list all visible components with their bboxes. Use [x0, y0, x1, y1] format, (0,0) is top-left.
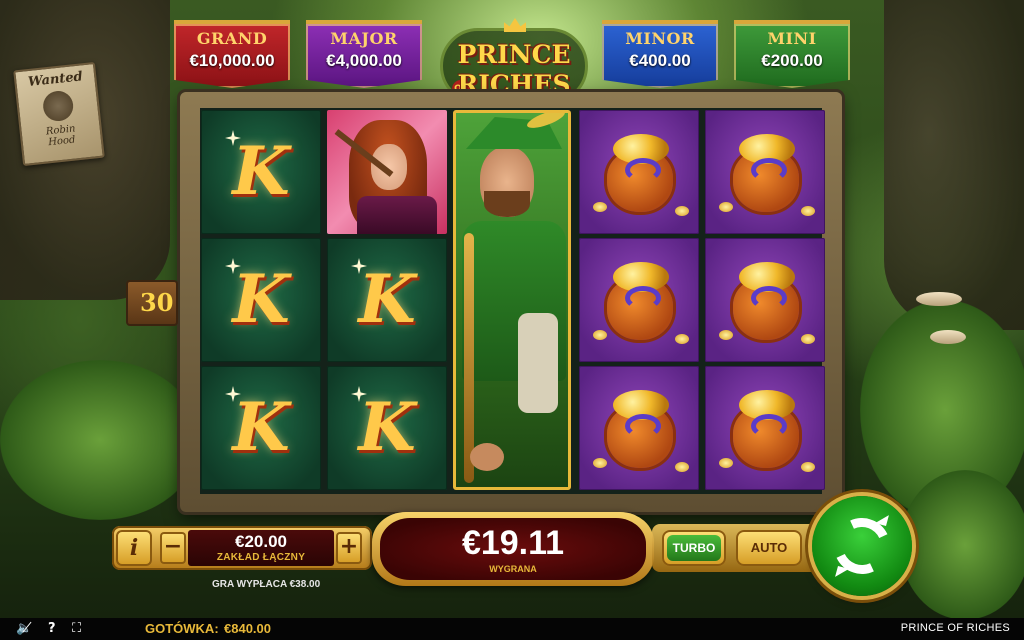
jackpot-mini-label: MINI — [767, 29, 817, 48]
jackpot-mini: MINI €200.00 — [734, 20, 850, 88]
pot-rope — [625, 158, 661, 182]
bet-label: ZAKŁAD ŁĄCZNY — [216, 552, 306, 563]
coin-icon — [675, 334, 689, 344]
coin-icon — [719, 330, 733, 340]
jackpot-grand-value: €10,000.00 — [189, 51, 275, 70]
hero-beard — [484, 191, 530, 217]
symbol-gold-pot — [705, 238, 825, 362]
jackpot-minor: MINOR €400.00 — [602, 20, 718, 88]
symbol-gold-pot — [579, 238, 699, 362]
turbo-label: TURBO — [667, 535, 721, 561]
crown-icon — [504, 18, 526, 32]
pot-rope — [751, 158, 787, 182]
pot-rope — [625, 414, 661, 438]
symbol-gold-pot — [579, 110, 699, 234]
bet-value: €20.00 — [235, 532, 287, 551]
autoplay-button[interactable]: AUTO — [736, 530, 802, 566]
status-bar: 🔈̸ ? ⛶ GOTÓWKA: €840.00 PRINCE OF RICHES — [0, 618, 1024, 640]
bet-increase-button[interactable]: + — [336, 532, 362, 564]
game-name: PRINCE OF RICHES — [900, 622, 1010, 634]
sound-muted-icon[interactable]: 🔈̸ — [16, 621, 32, 636]
pot-rope — [751, 414, 787, 438]
symbol-k: K — [327, 366, 447, 490]
bow-icon — [464, 233, 474, 483]
symbol-robin-hood-wild — [453, 110, 571, 490]
balance-label: GOTÓWKA: — [145, 621, 219, 636]
hero-sleeve — [518, 313, 558, 413]
bet-decrease-button[interactable]: − — [160, 532, 186, 564]
jackpot-mini-value: €200.00 — [761, 51, 823, 70]
coin-icon — [593, 330, 607, 340]
mushroom — [930, 330, 966, 344]
jackpot-grand-label: GRAND — [196, 29, 268, 48]
symbol-k-letter: K — [232, 260, 290, 338]
win-label: WYGRANA — [489, 564, 537, 574]
jackpot-minor-value: €400.00 — [629, 51, 691, 70]
symbol-k-letter: K — [232, 132, 290, 210]
archer-body — [357, 196, 437, 234]
coin-icon — [801, 334, 815, 344]
side-counter-sign: 30 — [126, 280, 178, 326]
help-icon[interactable]: ? — [48, 621, 56, 636]
symbol-k-letter: K — [358, 388, 416, 466]
symbol-k-letter: K — [358, 260, 416, 338]
spin-button[interactable] — [812, 496, 912, 596]
wanted-title: Wanted — [27, 69, 84, 91]
coin-icon — [593, 458, 607, 468]
coin-icon — [801, 206, 815, 216]
symbol-k: K — [201, 110, 321, 234]
jackpot-major-label: MAJOR — [330, 29, 398, 48]
coin-icon — [719, 458, 733, 468]
jackpot-minor-label: MINOR — [625, 29, 695, 48]
symbol-k-letter: K — [232, 388, 290, 466]
mushroom — [916, 292, 962, 306]
symbol-k: K — [201, 366, 321, 490]
balance-value: €840.00 — [224, 621, 271, 636]
coin-icon — [593, 202, 607, 212]
win-display: €19.11 WYGRANA — [380, 518, 646, 580]
coin-icon — [675, 206, 689, 216]
pot-rope — [751, 286, 787, 310]
symbol-gold-pot — [579, 366, 699, 490]
pot-rope — [625, 286, 661, 310]
hero-hand — [470, 443, 504, 471]
wanted-portrait — [41, 89, 75, 123]
symbol-archer-maiden — [327, 110, 447, 234]
symbol-k: K — [201, 238, 321, 362]
jackpot-major-value: €4,000.00 — [326, 51, 402, 70]
logo-line1: PRINCE — [457, 40, 571, 69]
bet-display: €20.00 ZAKŁAD ŁĄCZNY — [188, 530, 334, 566]
jackpot-major: MAJOR €4,000.00 — [306, 20, 422, 88]
coin-icon — [675, 462, 689, 472]
turbo-button[interactable]: TURBO — [662, 530, 726, 566]
win-value: €19.11 — [461, 524, 565, 562]
info-button[interactable]: i — [116, 530, 152, 566]
tree-trunk-right — [884, 0, 1024, 330]
symbol-gold-pot — [705, 366, 825, 490]
payout-text: GRA WYPŁACA €38.00 — [212, 579, 321, 590]
fullscreen-icon[interactable]: ⛶ — [72, 621, 81, 636]
wanted-poster: Wanted Robin Hood — [13, 61, 105, 167]
coin-icon — [801, 462, 815, 472]
symbol-k: K — [327, 238, 447, 362]
coin-icon — [719, 202, 733, 212]
symbol-gold-pot — [705, 110, 825, 234]
fern-left — [0, 360, 200, 520]
jackpot-grand: GRAND €10,000.00 — [174, 20, 290, 88]
fern-bottom-right — [900, 470, 1024, 620]
